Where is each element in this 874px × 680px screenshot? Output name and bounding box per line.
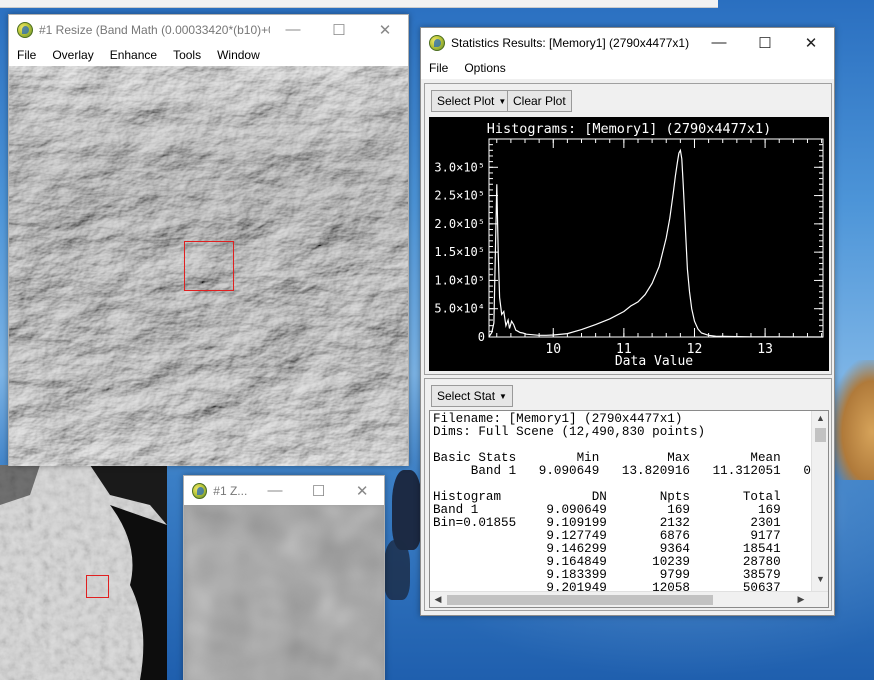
minimize-button[interactable]: — bbox=[253, 476, 297, 505]
zoom-window-titlebar[interactable]: #1 Z... — ☐ ✕ bbox=[184, 476, 384, 505]
histogram-svg: Histograms: [Memory1] (2790x4477x1) Data… bbox=[434, 121, 824, 369]
maximize-button[interactable]: ☐ bbox=[742, 28, 788, 57]
stats-text-area[interactable]: Filename: [Memory1] (2790x4477x1) Dims: F… bbox=[429, 410, 829, 608]
y-tick-label: 1.0×10⁵ bbox=[434, 273, 485, 287]
menu-options[interactable]: Options bbox=[456, 61, 513, 75]
envi-logo-icon bbox=[192, 482, 208, 499]
y-tick-label: 0 bbox=[478, 330, 485, 344]
select-stat-button[interactable]: Select Stat ▼ bbox=[431, 385, 513, 407]
minimize-button[interactable]: — bbox=[696, 28, 742, 57]
wallpaper-runner-reflection bbox=[384, 540, 410, 600]
stats-line: Dims: Full Scene (12,490,830 points) bbox=[433, 425, 706, 439]
x-tick-label: 11 bbox=[616, 342, 632, 357]
histogram-plot[interactable]: Histograms: [Memory1] (2790x4477x1) Data… bbox=[429, 117, 829, 371]
scroll-up-icon[interactable]: ▲ bbox=[812, 413, 828, 423]
menu-file[interactable]: File bbox=[9, 48, 44, 62]
image-window-menubar: File Overlay Enhance Tools Window bbox=[9, 44, 408, 66]
maximize-button[interactable]: ☐ bbox=[297, 476, 341, 505]
y-tick-label: 5.0×10⁴ bbox=[434, 302, 485, 316]
close-button[interactable]: ✕ bbox=[362, 15, 408, 44]
dropdown-caret-icon: ▼ bbox=[499, 391, 507, 401]
image-window-titlebar[interactable]: #1 Resize (Band Math (0.00033420*(b10)+0… bbox=[9, 15, 408, 44]
x-tick-label: 12 bbox=[687, 342, 703, 357]
scroll-left-icon[interactable]: ◀ bbox=[432, 594, 444, 605]
stats-window-title: Statistics Results: [Memory1] (2790x4477… bbox=[451, 35, 690, 50]
image-display[interactable] bbox=[9, 66, 408, 466]
wallpaper-runner bbox=[392, 470, 422, 550]
close-button[interactable]: ✕ bbox=[788, 28, 834, 57]
clear-plot-button[interactable]: Clear Plot bbox=[507, 90, 572, 112]
x-tick-label: 10 bbox=[545, 342, 561, 357]
close-button[interactable]: ✕ bbox=[340, 476, 384, 505]
y-tick-label: 2.0×10⁵ bbox=[434, 217, 485, 231]
menu-overlay[interactable]: Overlay bbox=[44, 48, 101, 62]
stats-panel: Select Stat ▼ Filename: [Memory1] (2790x4… bbox=[424, 378, 832, 611]
stats-window: Statistics Results: [Memory1] (2790x4477… bbox=[420, 27, 835, 616]
plot-panel: Select Plot ▼ Clear Plot Histograms: [Mem… bbox=[424, 83, 832, 375]
stats-window-menubar: File Options bbox=[421, 57, 834, 79]
vertical-scrollbar[interactable]: ▲ ▼ bbox=[811, 411, 828, 592]
scroll-down-icon[interactable]: ▼ bbox=[812, 574, 828, 584]
select-plot-label: Select Plot bbox=[437, 94, 495, 108]
minimize-button[interactable]: — bbox=[270, 15, 316, 44]
horizontal-scrollbar[interactable]: ◀ ▶ bbox=[430, 591, 828, 607]
y-tick-label: 2.5×10⁵ bbox=[434, 189, 485, 203]
histogram-series-line bbox=[488, 148, 824, 338]
overview-image[interactable] bbox=[0, 465, 167, 680]
zoom-box[interactable] bbox=[184, 241, 234, 291]
maximize-button[interactable]: ☐ bbox=[316, 15, 362, 44]
vertical-scroll-thumb[interactable] bbox=[815, 428, 826, 442]
chart-title: Histograms: [Memory1] (2790x4477x1) bbox=[487, 121, 771, 137]
y-tick-label: 3.0×10⁵ bbox=[434, 160, 485, 174]
image-window-title: #1 Resize (Band Math (0.00033420*(b10)+0… bbox=[39, 22, 270, 37]
wallpaper-sand bbox=[830, 360, 874, 480]
select-plot-button[interactable]: Select Plot ▼ bbox=[431, 90, 513, 112]
stats-line: Band 1 9.090649 13.820916 11.312051 0. bbox=[433, 464, 819, 478]
overview-zoom-box[interactable] bbox=[86, 575, 109, 598]
plot-frame bbox=[488, 138, 824, 338]
stats-text: Filename: [Memory1] (2790x4477x1) Dims: F… bbox=[433, 413, 828, 595]
envi-logo-icon bbox=[429, 34, 445, 51]
menu-window[interactable]: Window bbox=[209, 48, 268, 62]
y-tick-label: 1.5×10⁵ bbox=[434, 245, 485, 259]
scroll-right-icon[interactable]: ▶ bbox=[795, 594, 807, 605]
zoom-window-title: #1 Z... bbox=[213, 483, 248, 498]
stats-window-titlebar[interactable]: Statistics Results: [Memory1] (2790x4477… bbox=[421, 28, 834, 57]
menu-file[interactable]: File bbox=[421, 61, 456, 75]
select-stat-label: Select Stat bbox=[437, 389, 496, 403]
menu-enhance[interactable]: Enhance bbox=[102, 48, 165, 62]
horizontal-scroll-thumb[interactable] bbox=[447, 595, 713, 605]
zoom-window: #1 Z... — ☐ ✕ bbox=[183, 475, 385, 680]
clear-plot-label: Clear Plot bbox=[513, 94, 566, 108]
envi-logo-icon bbox=[17, 21, 33, 38]
image-window: #1 Resize (Band Math (0.00033420*(b10)+0… bbox=[8, 14, 409, 466]
zoom-display[interactable] bbox=[184, 505, 384, 680]
x-tick-label: 13 bbox=[757, 342, 773, 357]
dropdown-caret-icon: ▼ bbox=[498, 96, 507, 106]
background-window-edge bbox=[0, 0, 718, 8]
menu-tools[interactable]: Tools bbox=[165, 48, 209, 62]
